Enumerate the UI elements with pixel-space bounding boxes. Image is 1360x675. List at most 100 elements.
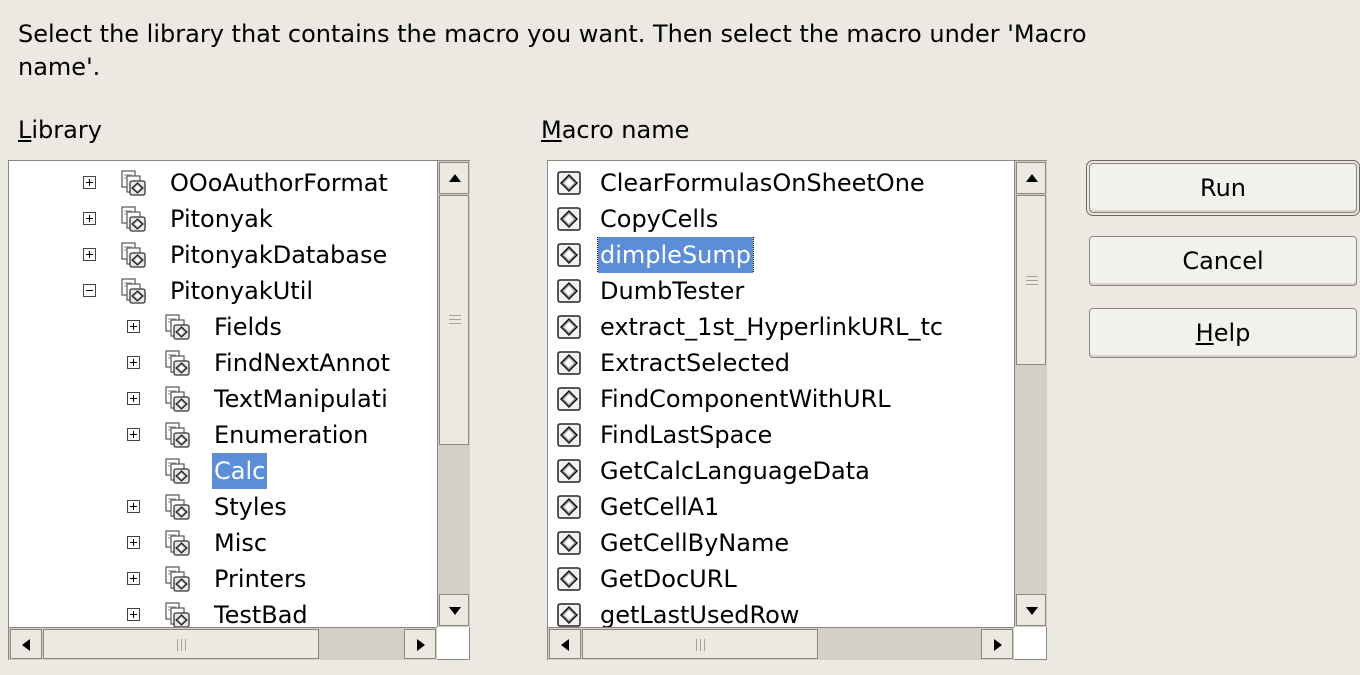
grip-line (1026, 284, 1038, 285)
macro-item-label: GetCellByName (600, 529, 790, 557)
macro-icon (556, 277, 582, 305)
grip-line (181, 639, 182, 651)
macro-list-item[interactable]: ClearFormulasOnSheetOne (548, 165, 1014, 201)
library-horizontal-scrollbar[interactable] (9, 627, 437, 660)
grip-line (449, 323, 461, 324)
library-tree-item[interactable]: PitonyakUtil (9, 273, 429, 309)
grip-line (700, 639, 701, 651)
grip-line (449, 319, 461, 320)
macro-label-rest: acro name (561, 116, 690, 144)
expand-icon[interactable] (127, 356, 140, 369)
macro-horizontal-thumb[interactable] (582, 629, 818, 659)
library-scroll-up-button[interactable] (439, 162, 469, 194)
library-tree-item[interactable]: Styles (9, 489, 429, 525)
macro-icon (556, 457, 582, 485)
macro-icon (556, 313, 582, 341)
macro-icon (556, 421, 582, 449)
macro-icon (556, 385, 582, 413)
macro-scroll-left-button[interactable] (549, 629, 581, 659)
macro-list-item[interactable]: GetCalcLanguageData (548, 453, 1014, 489)
expand-icon[interactable] (83, 248, 96, 261)
library-item-label: Fields (214, 313, 282, 341)
expand-icon[interactable] (127, 536, 140, 549)
expand-icon[interactable] (127, 608, 140, 621)
macro-item-label: ClearFormulasOnSheetOne (600, 169, 925, 197)
library-scroll-down-button[interactable] (439, 594, 469, 626)
library-scroll-right-button[interactable] (404, 629, 436, 659)
macro-list-item[interactable]: ExtractSelected (548, 345, 1014, 381)
library-item-label: Enumeration (214, 421, 369, 449)
help-button-accel: H (1195, 319, 1214, 347)
library-tree-item[interactable]: Pitonyak (9, 201, 429, 237)
expand-icon[interactable] (127, 500, 140, 513)
right-arrow-icon (417, 639, 425, 651)
library-item-label: Pitonyak (170, 205, 273, 233)
down-arrow-icon (1026, 607, 1038, 615)
library-label-rest: ibrary (31, 116, 102, 144)
library-item-label: Misc (214, 529, 268, 557)
macro-scroll-up-button[interactable] (1016, 162, 1046, 194)
library-icon (163, 385, 191, 413)
collapse-icon[interactable] (83, 284, 96, 297)
macro-list[interactable]: ClearFormulasOnSheetOne CopyCells dimpleSu… (547, 160, 1047, 660)
library-horizontal-thumb[interactable] (43, 629, 319, 659)
macro-item-label: GetCellA1 (600, 493, 720, 521)
macro-list-item[interactable]: GetCellA1 (548, 489, 1014, 525)
library-tree-item[interactable]: Enumeration (9, 417, 429, 453)
left-arrow-icon (561, 639, 569, 651)
macro-item-label: GetCalcLanguageData (600, 457, 870, 485)
macro-vertical-thumb[interactable] (1016, 195, 1046, 365)
macro-icon (556, 601, 582, 629)
library-item-label: FindNextAnnot (214, 349, 391, 377)
library-vertical-thumb[interactable] (439, 195, 469, 445)
macro-list-item[interactable]: CopyCells (548, 201, 1014, 237)
macro-icon (556, 241, 582, 269)
expand-icon[interactable] (83, 212, 96, 225)
macro-list-item[interactable]: GetDocURL (548, 561, 1014, 597)
run-button[interactable]: Run (1086, 160, 1360, 216)
library-item-label: Calc (212, 453, 268, 489)
library-tree-item[interactable]: PitonyakDatabase (9, 237, 429, 273)
cancel-button[interactable]: Cancel (1089, 236, 1357, 286)
grip-icon (177, 639, 178, 651)
library-tree-item[interactable]: OOoAuthorFormat (9, 165, 429, 201)
expand-icon[interactable] (83, 176, 96, 189)
macro-item-label: extract_1st_HyperlinkURL_tc (600, 313, 944, 341)
macro-horizontal-scrollbar[interactable] (548, 627, 1014, 660)
library-tree-item[interactable]: Fields (9, 309, 429, 345)
macro-list-item[interactable]: FindComponentWithURL (548, 381, 1014, 417)
grip-line (185, 639, 186, 651)
right-arrow-icon (994, 639, 1002, 651)
library-tree-item[interactable]: TextManipulati (9, 381, 429, 417)
help-button[interactable]: Help (1089, 308, 1357, 358)
macro-list-item[interactable]: GetCellByName (548, 525, 1014, 561)
macro-icon (556, 349, 582, 377)
macro-icon (556, 493, 582, 521)
library-tree[interactable]: OOoAuthorFormat Pitonyak PitonyakDatabase P… (8, 160, 470, 660)
macro-name-label: Macro name (541, 115, 689, 145)
macro-list-item[interactable]: DumbTester (548, 273, 1014, 309)
macro-scroll-down-button[interactable] (1016, 594, 1046, 626)
expand-icon[interactable] (127, 428, 140, 441)
macro-list-item[interactable]: FindLastSpace (548, 417, 1014, 453)
library-item-label: Styles (214, 493, 287, 521)
library-tree-item[interactable]: Printers (9, 561, 429, 597)
library-icon (119, 205, 147, 233)
macro-list-item[interactable]: extract_1st_HyperlinkURL_tc (548, 309, 1014, 345)
library-icon (163, 421, 191, 449)
library-item-label: OOoAuthorFormat (170, 169, 388, 197)
library-item-label: Printers (214, 565, 307, 593)
expand-icon[interactable] (127, 572, 140, 585)
library-item-label: PitonyakUtil (170, 277, 314, 305)
library-tree-item[interactable]: FindNextAnnot (9, 345, 429, 381)
library-tree-item[interactable]: Misc (9, 525, 429, 561)
library-scroll-left-button[interactable] (10, 629, 42, 659)
macro-list-item[interactable]: dimpleSump (548, 237, 1014, 273)
expand-icon[interactable] (127, 392, 140, 405)
expand-icon[interactable] (127, 320, 140, 333)
library-vertical-scrollbar[interactable] (437, 161, 470, 627)
macro-scroll-right-button[interactable] (981, 629, 1013, 659)
macro-vertical-scrollbar[interactable] (1014, 161, 1047, 627)
library-item-label: PitonyakDatabase (170, 241, 388, 269)
library-tree-item[interactable]: Calc (9, 453, 429, 489)
